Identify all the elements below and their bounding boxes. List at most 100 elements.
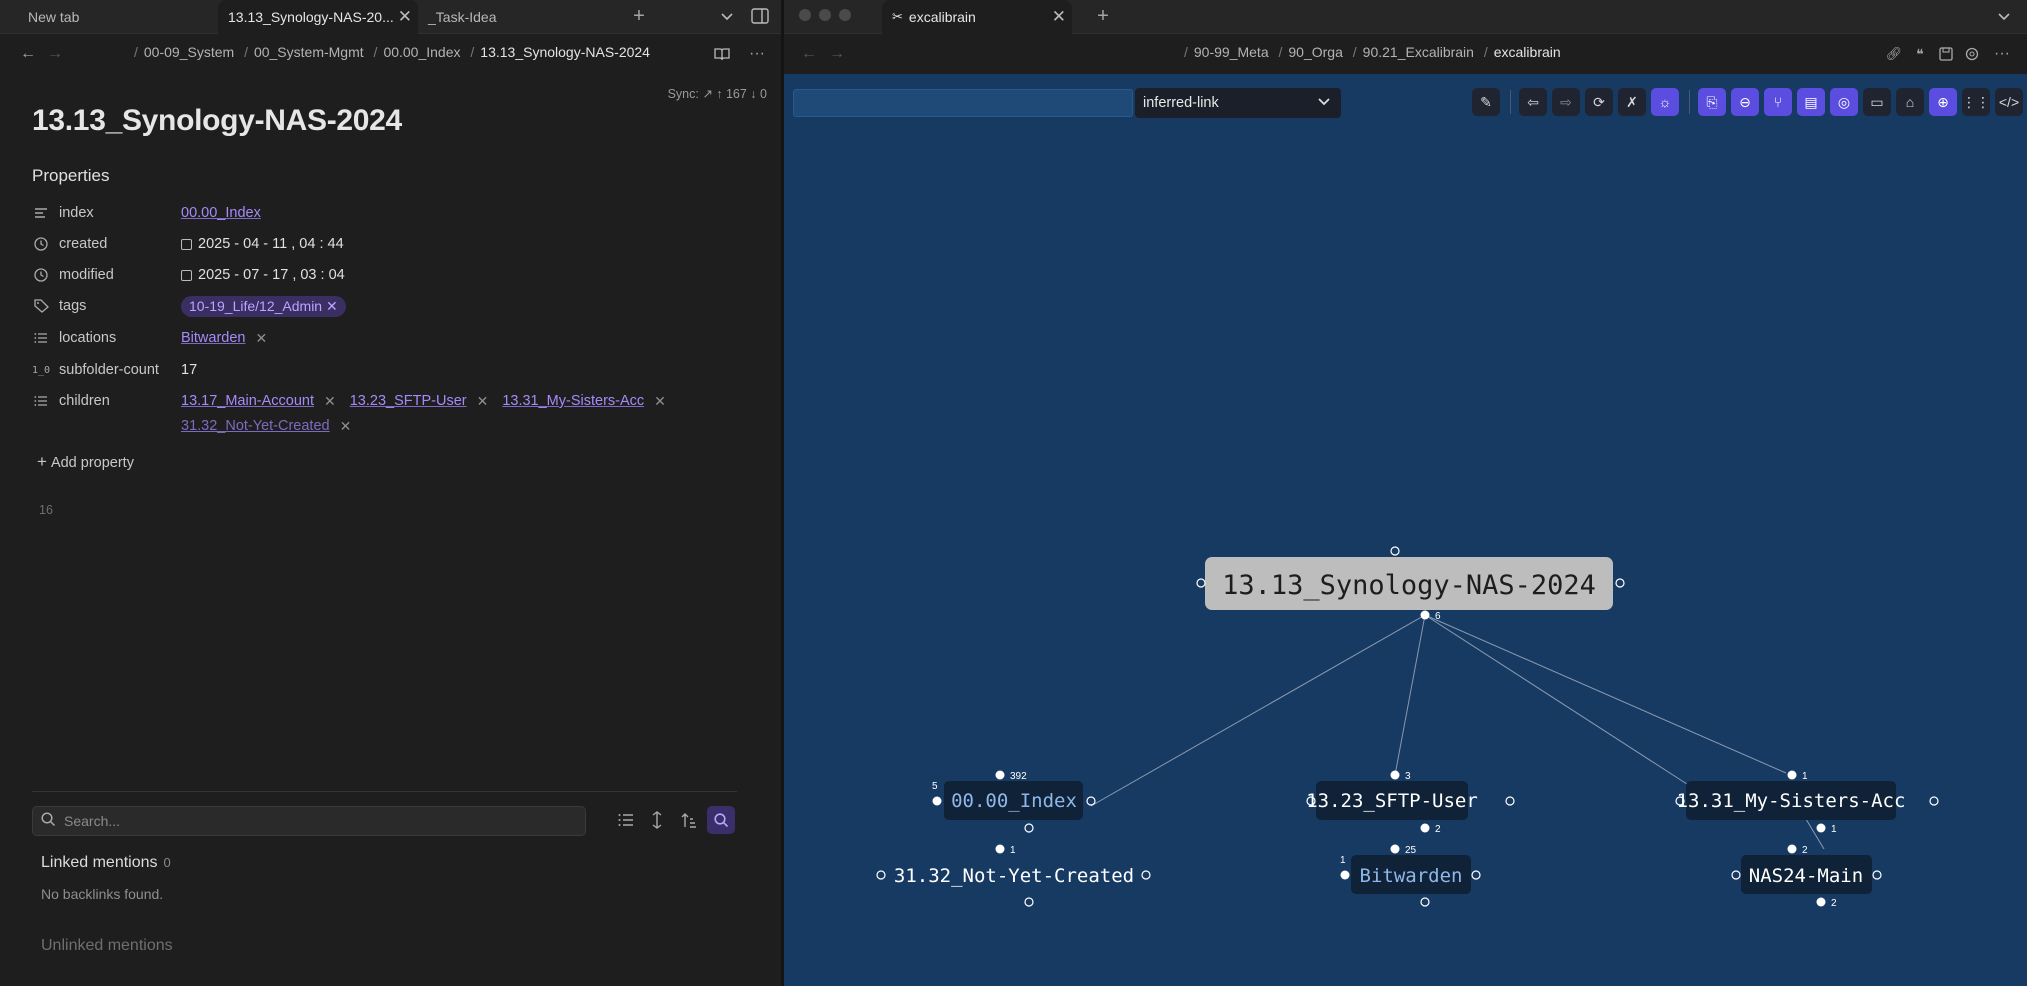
node-handle-filled[interactable] <box>1420 823 1430 833</box>
child-link[interactable]: 13.17_Main-Account <box>181 393 314 409</box>
graph-search-input[interactable] <box>793 89 1133 117</box>
node-handle[interactable] <box>1471 870 1481 880</box>
property-value[interactable]: 17 <box>181 362 197 378</box>
node-handle-filled[interactable] <box>1390 844 1400 854</box>
excalibrain-canvas[interactable]: 13.13_Synology-NAS-2024 6 00.00_Index 39… <box>784 74 2027 986</box>
property-key[interactable]: created <box>59 236 107 252</box>
node-handle[interactable] <box>1872 870 1882 880</box>
tab-excalibrain[interactable]: ✂ excalibrain ✕ <box>882 0 1072 34</box>
breadcrumb-item[interactable]: 00-09_System <box>144 44 234 60</box>
code-icon[interactable]: </> <box>1995 88 2023 116</box>
forward-arrow-icon[interactable]: → <box>45 44 65 64</box>
sort-order-icon[interactable] <box>675 806 703 834</box>
edit-pencil-icon[interactable]: ✎ <box>1472 88 1500 116</box>
page-icon[interactable]: ▤ <box>1797 88 1825 116</box>
tag-icon[interactable]: ⌂ <box>1896 88 1924 116</box>
navigate-back-icon[interactable]: ⇦ <box>1519 88 1547 116</box>
window-zoom-dot[interactable] <box>839 9 851 21</box>
refresh-icon[interactable]: ⟳ <box>1585 88 1613 116</box>
new-tab-plus-icon[interactable]: + <box>1092 5 1114 27</box>
property-key[interactable]: tags <box>59 298 86 314</box>
node-handle[interactable] <box>1024 897 1034 907</box>
calendar-icon[interactable] <box>181 269 192 281</box>
close-icon[interactable]: ✕ <box>1052 7 1066 27</box>
tab-synology-nas[interactable]: 13.13_Synology-NAS-20... ✕ <box>218 0 418 34</box>
node-handle-filled[interactable] <box>1816 897 1826 907</box>
remove-x-icon[interactable]: ✕ <box>324 393 336 410</box>
pin-off-icon[interactable]: ✗ <box>1618 88 1646 116</box>
node-handle[interactable] <box>1929 796 1939 806</box>
page-title[interactable]: 13.13_Synology-NAS-2024 <box>32 104 402 138</box>
quote-icon[interactable]: ❝ <box>1910 44 1930 64</box>
node-handle-filled[interactable] <box>1390 770 1400 780</box>
openai-icon[interactable] <box>1962 44 1982 64</box>
graph-node-bitwarden[interactable]: Bitwarden 25 1 <box>1340 844 1481 907</box>
auto-focus-icon[interactable]: ☼ <box>1651 88 1679 116</box>
globe-icon[interactable]: ⊕ <box>1929 88 1957 116</box>
breadcrumb-item[interactable]: 90_Orga <box>1288 44 1342 60</box>
backlink-search[interactable] <box>32 806 586 836</box>
breadcrumb-item[interactable]: 00.00_Index <box>383 44 460 60</box>
back-arrow-icon[interactable]: ← <box>18 44 38 64</box>
new-tab-plus-icon[interactable]: + <box>628 5 650 27</box>
properties-heading[interactable]: Properties <box>32 166 109 186</box>
property-key[interactable]: modified <box>59 267 114 283</box>
node-handle-filled[interactable] <box>1787 844 1797 854</box>
node-handle[interactable] <box>1731 870 1741 880</box>
breadcrumb-item[interactable]: 90-99_Meta <box>1194 44 1269 60</box>
graph-node-not-yet-created[interactable]: 31.32_Not-Yet-Created 1 <box>876 844 1151 907</box>
collapse-results-icon[interactable] <box>612 806 640 834</box>
remove-x-icon[interactable]: ✕ <box>326 298 338 314</box>
sidebar-toggle-icon[interactable] <box>749 6 771 26</box>
node-handle[interactable] <box>1196 578 1206 588</box>
property-key[interactable]: locations <box>59 330 116 346</box>
link-icon[interactable]: 🔗︎ <box>1884 44 1904 64</box>
sync-status[interactable]: Sync: ↗ ↑ 167 ↓ 0 <box>668 86 767 101</box>
property-link[interactable]: Bitwarden <box>181 330 245 346</box>
remove-x-icon[interactable]: ✕ <box>654 393 666 410</box>
node-handle[interactable] <box>1141 870 1151 880</box>
more-options-icon[interactable]: ··· <box>747 44 767 64</box>
graph-node-central[interactable]: 13.13_Synology-NAS-2024 6 <box>1196 546 1625 622</box>
reading-view-book-icon[interactable] <box>712 44 732 64</box>
node-handle-filled[interactable] <box>995 770 1005 780</box>
mask-icon[interactable]: ◎ <box>1830 88 1858 116</box>
node-handle-filled[interactable] <box>1816 823 1826 833</box>
tab-task-idea[interactable]: _Task-Idea <box>418 0 618 34</box>
unlinked-mentions-header[interactable]: Unlinked mentions <box>41 937 173 955</box>
chevron-down-icon[interactable] <box>717 6 737 26</box>
node-handle[interactable] <box>1024 823 1034 833</box>
node-handle-filled[interactable] <box>1340 870 1350 880</box>
date-value[interactable]: 2025 - 07 - 17 , 03 : 04 <box>198 267 345 283</box>
folder-icon[interactable]: ▭ <box>1863 88 1891 116</box>
child-link[interactable]: 13.23_SFTP-User <box>350 393 467 409</box>
node-handle[interactable] <box>876 870 886 880</box>
child-link-unresolved[interactable]: 31.32_Not-Yet-Created <box>181 418 330 434</box>
window-minimize-dot[interactable] <box>819 9 831 21</box>
property-key[interactable]: subfolder-count <box>59 362 159 378</box>
back-arrow-icon[interactable]: ← <box>799 44 819 64</box>
breadcrumb-current[interactable]: 13.13_Synology-NAS-2024 <box>480 44 650 60</box>
window-close-dot[interactable] <box>799 9 811 21</box>
close-icon[interactable]: ✕ <box>398 7 412 27</box>
node-handle-filled[interactable] <box>1420 610 1430 620</box>
search-toggle-icon[interactable] <box>707 806 735 834</box>
linked-mentions-header[interactable]: Linked mentions 0 <box>41 854 171 872</box>
tag-pill[interactable]: 10-19_Life/12_Admin ✕ <box>181 295 346 317</box>
node-handle-filled[interactable] <box>1787 770 1797 780</box>
remove-x-icon[interactable]: ✕ <box>255 330 267 347</box>
node-handle[interactable] <box>1086 796 1096 806</box>
node-handle[interactable] <box>1420 897 1430 907</box>
inferred-branch-icon[interactable]: ⑂ <box>1764 88 1792 116</box>
more-options-icon[interactable]: ··· <box>1992 44 2012 64</box>
breadcrumb-current[interactable]: excalibrain <box>1494 44 1561 60</box>
node-handle[interactable] <box>1390 546 1400 556</box>
show-more-context-icon[interactable] <box>643 806 671 834</box>
graph-node-sisters-acc[interactable]: 13.31_My-Sisters-Acc 1 1 <box>1675 770 1939 836</box>
grid-icon[interactable]: ⋮⋮ <box>1962 88 1990 116</box>
tab-new-tab[interactable]: New tab <box>18 0 218 34</box>
graph-node-index[interactable]: 00.00_Index 392 5 <box>932 770 1096 833</box>
node-handle[interactable] <box>1615 578 1625 588</box>
navigate-forward-icon[interactable]: ⇨ <box>1552 88 1580 116</box>
graph-node-sftp-user[interactable]: 13.23_SFTP-User 3 2 <box>1306 770 1515 836</box>
